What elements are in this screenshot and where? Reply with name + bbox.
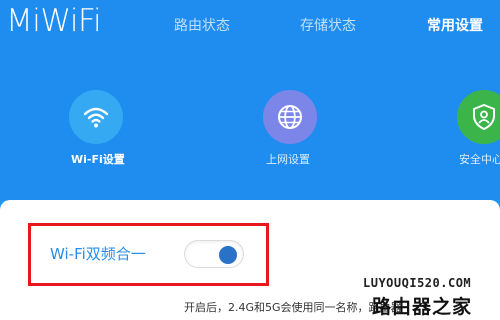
logo: MiWiFi <box>6 3 102 39</box>
header: MiWiFi 路由状态 存储状态 常用设置 Wi-Fi设置 上网设置 安全中心 <box>0 0 500 200</box>
dual-band-label: Wi-Fi双频合一 <box>50 245 146 263</box>
wifi-settings-item[interactable] <box>69 90 123 144</box>
dual-band-note: 开启后，2.4G和5G会使用同一名称，路由器 <box>184 301 402 314</box>
internet-settings-item[interactable] <box>263 90 317 144</box>
globe-icon <box>263 90 317 144</box>
watermark-url: LUYOUQI520.COM <box>363 276 472 290</box>
shield-user-icon <box>457 90 500 144</box>
tab-router-status[interactable]: 路由状态 <box>174 15 230 35</box>
security-center-item[interactable] <box>457 90 500 144</box>
toggle-knob[interactable] <box>219 246 237 264</box>
dual-band-toggle[interactable] <box>184 240 244 268</box>
wifi-settings-label: Wi-Fi设置 <box>71 153 125 166</box>
tab-common-settings[interactable]: 常用设置 <box>427 15 483 35</box>
tab-storage-status[interactable]: 存储状态 <box>300 15 356 35</box>
internet-settings-label: 上网设置 <box>266 153 310 166</box>
wifi-icon <box>69 90 123 144</box>
security-center-label: 安全中心 <box>459 153 500 166</box>
watermark-title: 路由器之家 <box>372 296 473 318</box>
